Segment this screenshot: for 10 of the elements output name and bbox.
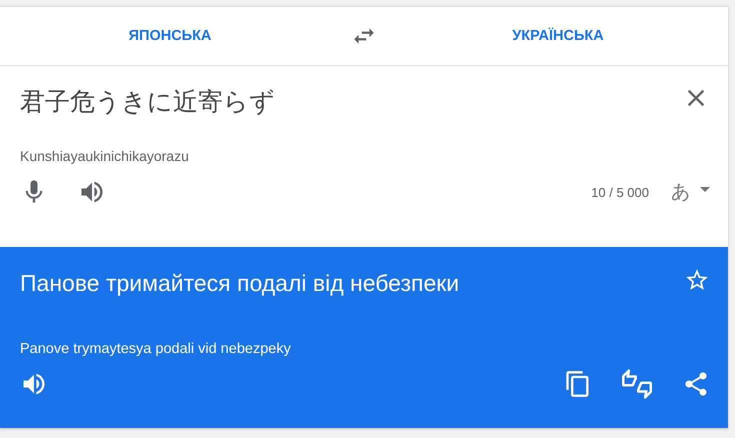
source-text-input[interactable]: 君子危うきに近寄らず [20,84,275,120]
thumbs-up-down-icon[interactable] [622,369,652,399]
character-count: 10 / 5 000 [591,184,649,200]
target-language-tab[interactable]: УКРАЇНСЬКА [502,20,614,52]
caret-icon [700,186,710,192]
translation-text: Панове тримайтеся подалі від небезпеки [20,269,460,298]
source-language-tab[interactable]: ЯПОНСЬКА [118,20,222,52]
input-method-button[interactable]: あ [671,179,710,205]
source-transliteration: Kunshiayaukinichikayorazu [20,148,190,164]
translation-transliteration: Panove trymaytesya podali vid nebezpeky [20,341,292,357]
